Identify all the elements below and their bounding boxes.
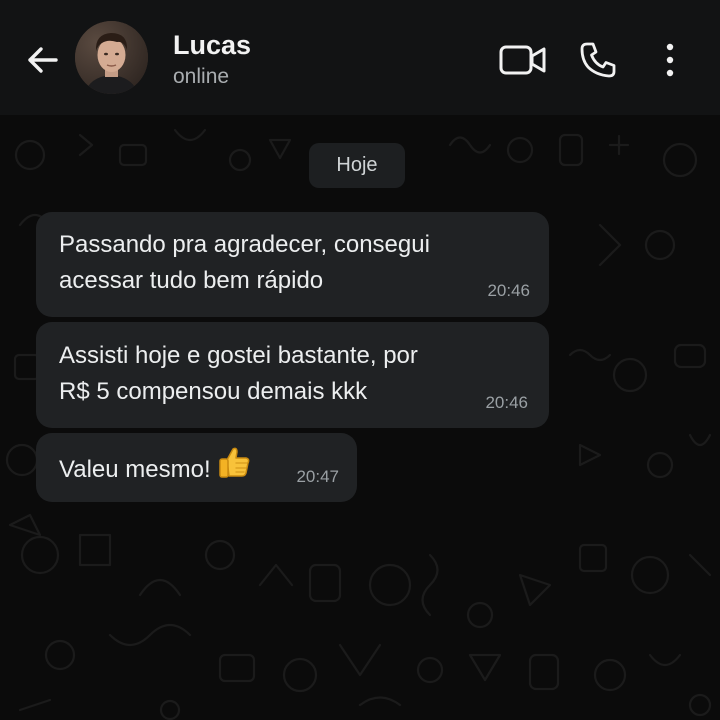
message-time: 20:47 [296,467,339,486]
more-vert-icon [666,43,674,77]
contact-name[interactable]: Lucas [173,30,251,61]
back-button[interactable] [22,40,62,80]
message-time: 20:46 [487,281,530,300]
message-bubble[interactable]: Assisti hoje e gostei bastante, por R$ 5… [36,322,549,428]
message-text: Valeu mesmo! [59,455,211,483]
voice-call-button[interactable] [576,38,620,82]
video-call-button[interactable] [496,38,550,82]
message-text-wrapper: Valeu mesmo! [59,445,251,493]
message-text: Assisti hoje e gostei bastante, por R$ 5… [59,342,418,405]
avatar[interactable] [75,21,148,94]
message-text: Passando pra agradecer, consegui acessar… [59,231,430,294]
message-bubble[interactable]: Passando pra agradecer, consegui acessar… [36,212,549,317]
avatar-photo [75,21,148,94]
thumbs-up-emoji-icon [217,445,251,490]
chat-header: Lucas online [0,0,720,115]
phone-icon [580,42,616,78]
back-arrow-icon [28,47,58,73]
message-bubble[interactable]: Valeu mesmo! 20:47 [36,433,357,502]
date-chip: Hoje [309,143,405,188]
video-call-icon [499,45,546,75]
more-options-button[interactable] [655,38,685,82]
contact-status: online [173,65,230,88]
message-time: 20:46 [485,393,528,412]
